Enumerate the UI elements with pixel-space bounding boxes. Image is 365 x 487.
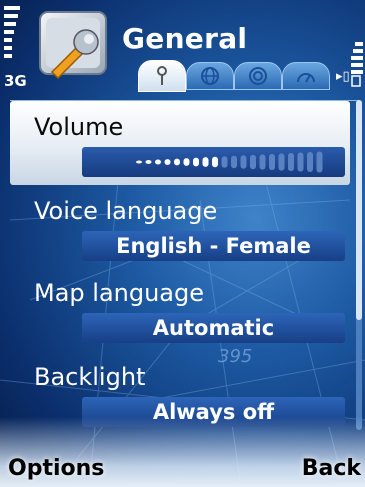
volume-level-bars	[136, 151, 323, 173]
settings-key-icon	[157, 66, 167, 85]
volume-bar	[202, 157, 209, 167]
settings-list: Volume Voice language English - Female M…	[10, 100, 358, 431]
tab-positioning[interactable]	[234, 62, 282, 90]
volume-bar	[221, 156, 228, 168]
back-softkey[interactable]: Back	[302, 456, 361, 481]
volume-bar	[259, 154, 266, 170]
network-type-label: 3G	[4, 72, 27, 90]
volume-bar	[288, 152, 294, 172]
volume-bar	[240, 155, 247, 169]
volume-slider[interactable]	[82, 147, 345, 177]
volume-bar	[212, 156, 218, 168]
volume-bar	[316, 151, 323, 173]
setting-value-box[interactable]: English - Female	[82, 231, 345, 261]
speedometer-icon	[297, 73, 315, 83]
setting-value-box[interactable]: Automatic	[82, 313, 345, 343]
setting-label: Backlight	[34, 363, 146, 391]
options-softkey[interactable]: Options	[8, 456, 104, 481]
screen: 395 3G General ▸▯ Volume Voice language …	[0, 0, 365, 487]
setting-value: Automatic	[152, 316, 275, 340]
volume-bar	[193, 157, 199, 167]
setting-voice-language[interactable]: Voice language English - Female	[10, 185, 350, 269]
volume-bar	[155, 159, 161, 165]
volume-bar	[297, 152, 304, 172]
softkey-bar: Options Back	[0, 437, 365, 487]
setting-value: English - Female	[116, 234, 311, 258]
tab-bar	[130, 60, 340, 92]
volume-bar	[269, 153, 275, 171]
setting-volume[interactable]: Volume	[10, 101, 350, 185]
setting-label: Volume	[34, 113, 124, 141]
tab-map[interactable]	[186, 62, 234, 90]
page-title: General	[122, 22, 248, 55]
volume-bar	[231, 155, 237, 169]
setting-map-language[interactable]: Map language Automatic	[10, 267, 350, 351]
battery-icon	[351, 42, 363, 87]
volume-bar	[145, 160, 152, 164]
setting-label: Map language	[34, 279, 205, 307]
tab-speed[interactable]	[282, 62, 330, 90]
target-icon	[249, 67, 267, 85]
volume-bar	[174, 158, 180, 166]
volume-bar	[136, 160, 142, 164]
volume-bar	[164, 159, 171, 165]
tab-general[interactable]	[138, 60, 186, 92]
tab-scroll-right-icon[interactable]: ▸▯	[336, 69, 350, 84]
volume-bar	[307, 151, 313, 173]
scrollbar-thumb[interactable]	[356, 100, 362, 320]
globe-icon	[201, 67, 219, 85]
volume-bar	[183, 158, 190, 166]
setting-label: Voice language	[34, 197, 218, 225]
settings-wrench-icon	[39, 11, 107, 80]
volume-bar	[250, 154, 256, 170]
volume-bar	[278, 153, 285, 171]
scrollbar[interactable]	[356, 100, 362, 430]
